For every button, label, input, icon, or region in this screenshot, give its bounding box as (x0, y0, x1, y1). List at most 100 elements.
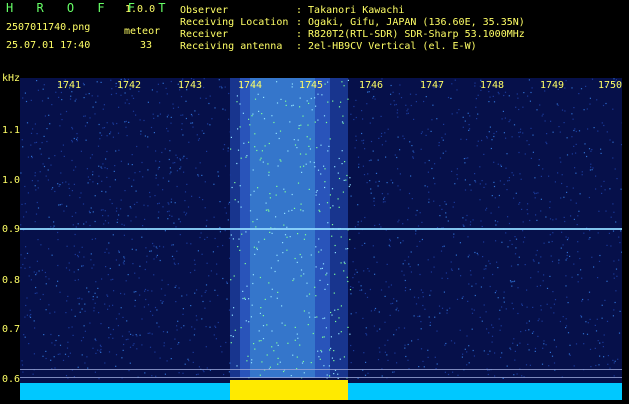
noise-speck (317, 120, 318, 121)
noise-speck (428, 259, 429, 260)
noise-speck (286, 227, 287, 228)
noise-speck (560, 197, 561, 198)
noise-speck (489, 131, 490, 132)
noise-speck (135, 291, 136, 292)
noise-speck (520, 331, 521, 332)
noise-speck (54, 191, 55, 192)
noise-speck (204, 239, 205, 240)
noise-speck (272, 233, 273, 234)
noise-speck (583, 343, 584, 344)
noise-speck (100, 352, 101, 353)
noise-speck (95, 372, 96, 373)
noise-speck (283, 371, 284, 372)
noise-speck (196, 289, 197, 290)
noise-speck (416, 94, 417, 95)
noise-speck (385, 157, 386, 158)
noise-speck (482, 321, 483, 322)
noise-speck (577, 274, 578, 275)
noise-speck (237, 128, 238, 129)
noise-speck (563, 244, 564, 245)
noise-speck (208, 275, 209, 276)
noise-speck (498, 297, 499, 298)
noise-speck (356, 117, 357, 118)
noise-speck (132, 154, 133, 155)
noise-speck (36, 292, 37, 293)
noise-speck (453, 206, 454, 207)
noise-speck (41, 154, 42, 155)
noise-speck (501, 242, 502, 243)
noise-speck (43, 294, 44, 295)
noise-speck (57, 265, 58, 266)
noise-speck (230, 131, 231, 132)
noise-speck (36, 272, 37, 273)
noise-speck (542, 115, 543, 116)
noise-speck (338, 198, 339, 199)
noise-speck (83, 83, 84, 84)
noise-speck (621, 144, 622, 145)
noise-speck (206, 290, 207, 291)
noise-speck (581, 278, 582, 279)
noise-speck (428, 129, 429, 130)
noise-speck (237, 95, 238, 96)
noise-speck (512, 172, 513, 173)
noise-speck (567, 137, 568, 138)
noise-speck (85, 311, 86, 312)
noise-speck (320, 145, 321, 146)
noise-speck (621, 189, 622, 190)
noise-speck (378, 185, 379, 186)
noise-speck (78, 223, 79, 224)
noise-speck (561, 248, 562, 249)
noise-speck (582, 174, 583, 175)
noise-speck (71, 309, 72, 310)
noise-speck (100, 345, 101, 346)
noise-speck (113, 137, 114, 138)
noise-speck (606, 245, 607, 246)
noise-speck (367, 297, 368, 298)
noise-speck (158, 326, 159, 327)
noise-speck (134, 291, 135, 292)
noise-speck (239, 103, 240, 104)
noise-speck (587, 334, 588, 335)
noise-speck (443, 140, 444, 141)
noise-speck (319, 210, 320, 211)
noise-speck (194, 260, 195, 261)
noise-speck (394, 100, 395, 101)
noise-speck (337, 309, 338, 310)
noise-speck (114, 165, 115, 166)
noise-speck (265, 299, 266, 300)
noise-speck (43, 89, 44, 90)
noise-speck (277, 102, 278, 103)
noise-speck (495, 197, 496, 198)
noise-speck (397, 109, 398, 110)
noise-speck (66, 300, 67, 301)
noise-speck (244, 298, 245, 299)
noise-speck (248, 321, 249, 322)
noise-speck (98, 378, 99, 379)
noise-speck (95, 102, 96, 103)
noise-speck (582, 171, 583, 172)
timestamp: 25.07.01 17:40 (6, 40, 90, 52)
noise-speck (168, 204, 169, 205)
noise-speck (413, 158, 414, 159)
noise-speck (173, 258, 174, 259)
noise-speck (387, 340, 388, 341)
noise-speck (179, 372, 180, 373)
noise-speck (156, 175, 157, 176)
noise-speck (408, 256, 409, 257)
noise-speck (75, 254, 76, 255)
noise-speck (124, 294, 125, 295)
noise-speck (600, 149, 601, 150)
noise-speck (184, 200, 185, 201)
noise-speck (97, 81, 98, 82)
noise-speck (400, 173, 401, 174)
noise-speck (612, 109, 613, 110)
noise-speck (491, 148, 492, 149)
noise-speck (441, 251, 442, 252)
noise-speck (186, 184, 187, 185)
noise-speck (223, 374, 224, 375)
noise-speck (497, 267, 498, 268)
noise-speck (139, 295, 140, 296)
noise-speck (491, 324, 492, 325)
noise-speck (76, 226, 77, 227)
noise-speck (61, 119, 62, 120)
